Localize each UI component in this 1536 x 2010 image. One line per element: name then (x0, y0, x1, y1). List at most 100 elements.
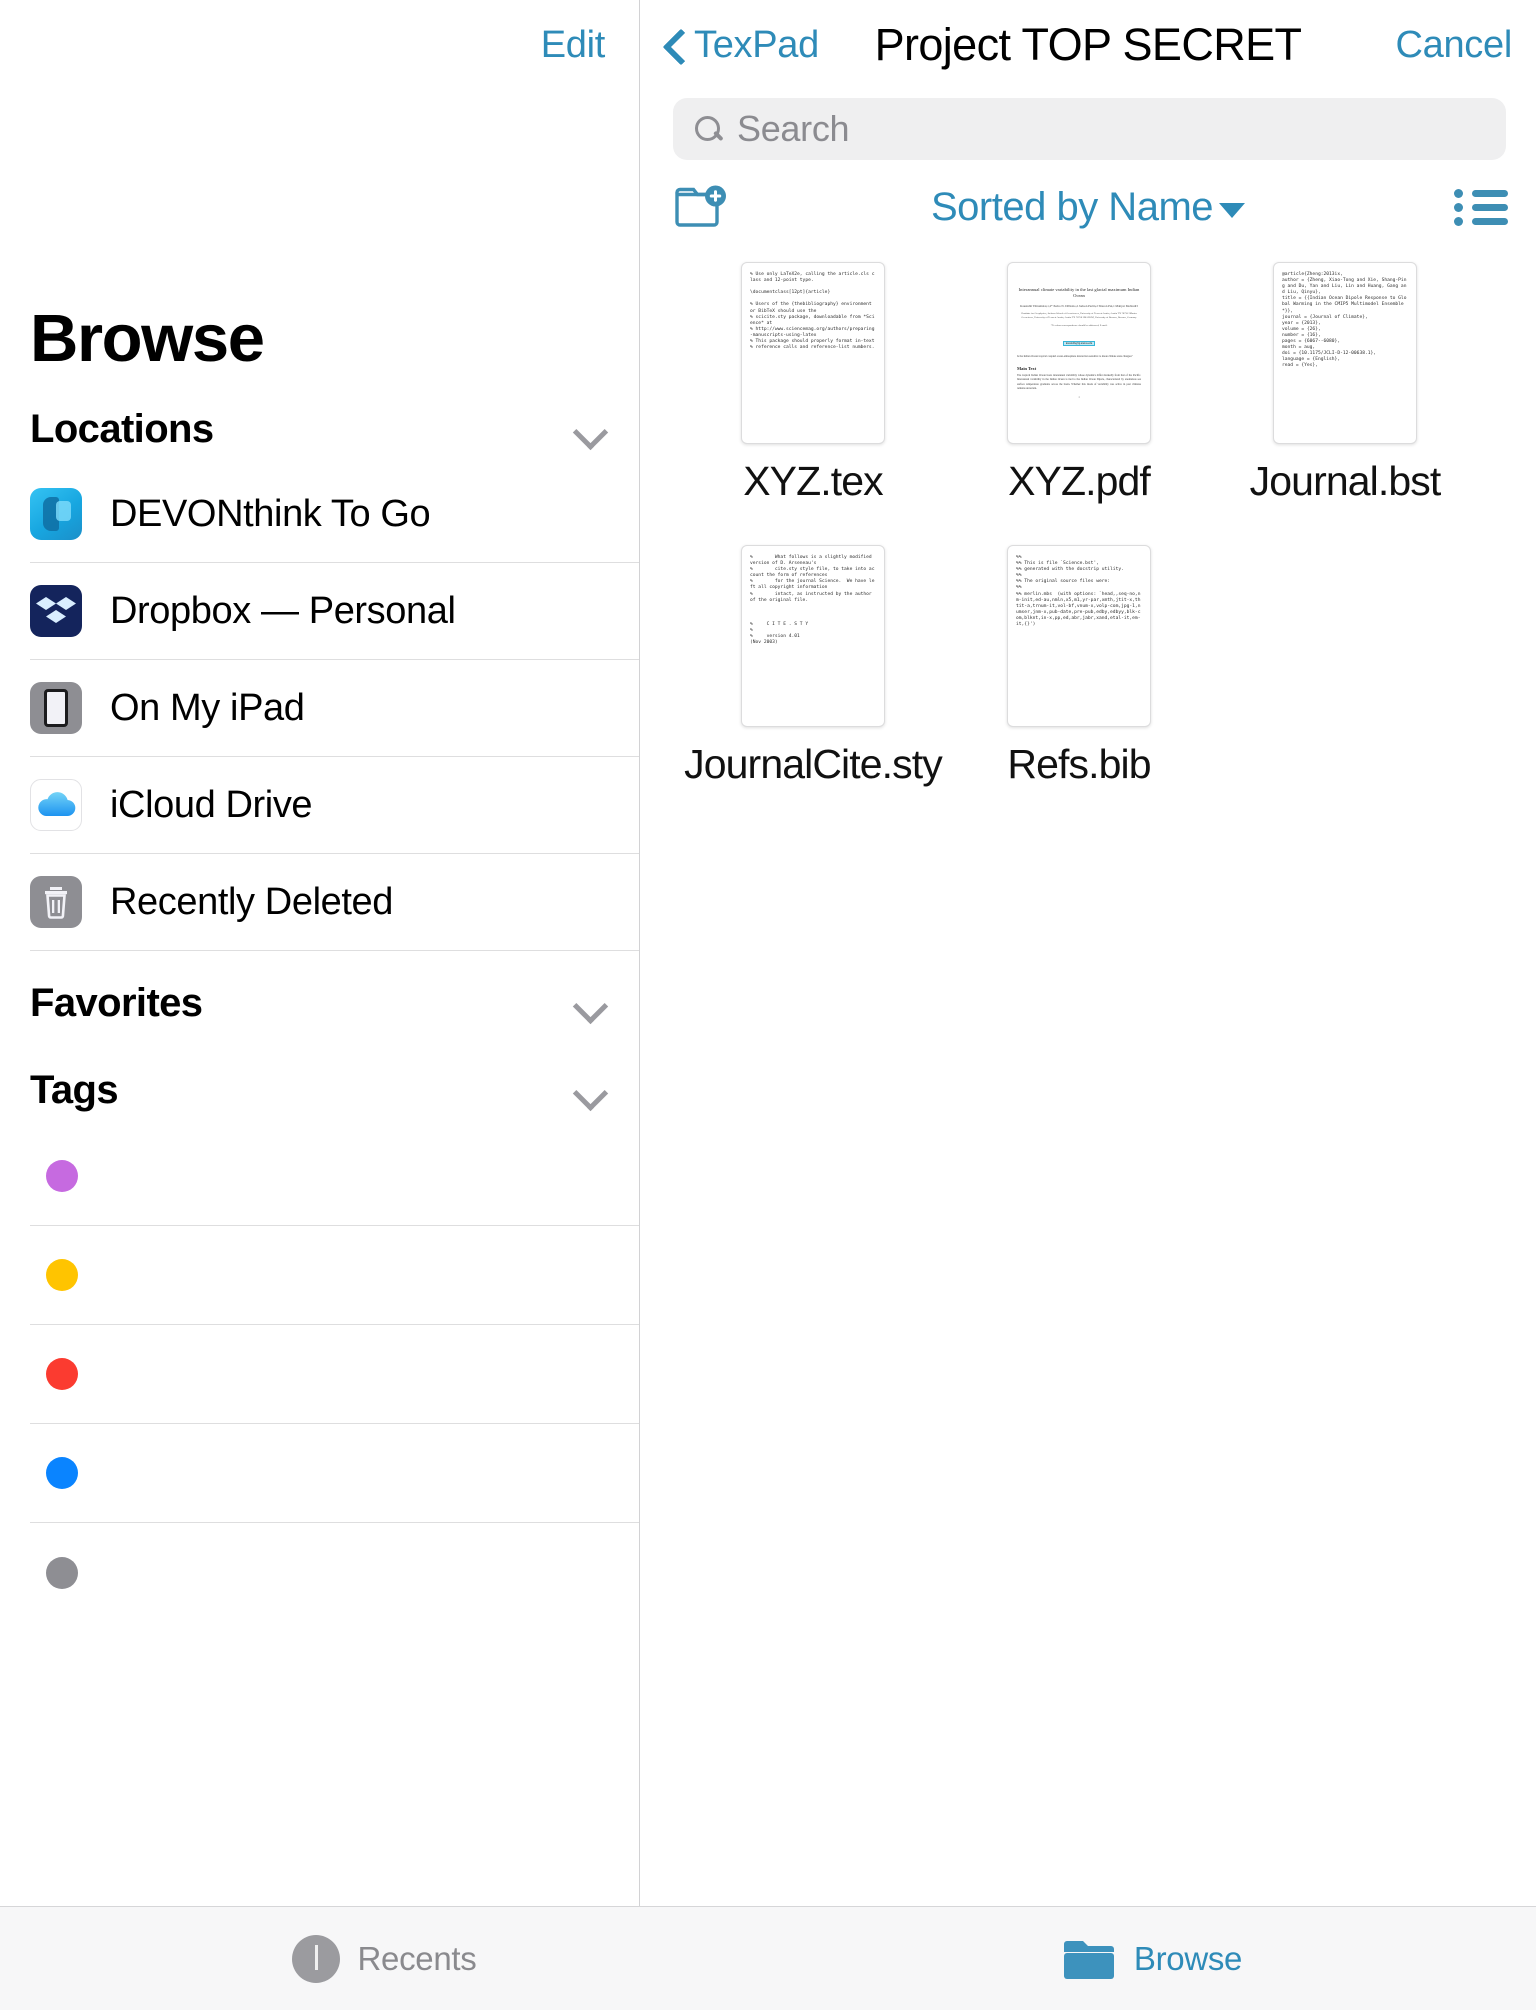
section-label-locations: Locations (30, 407, 214, 451)
tag-item-yellow[interactable] (30, 1226, 639, 1325)
clock-icon (291, 1934, 340, 1983)
file-item-xyz-pdf[interactable]: Interannual climate variability in the l… (946, 262, 1212, 505)
folder-icon (1062, 1937, 1116, 1981)
section-label-favorites: Favorites (30, 981, 203, 1025)
file-item-refs-bib[interactable]: %% %% This is file `Science.bst', %% gen… (946, 545, 1212, 788)
sidebar-item-recently-deleted[interactable]: Recently Deleted (30, 854, 639, 951)
sidebar-item-label: DEVONthink To Go (110, 492, 431, 535)
list-view-icon[interactable] (1454, 187, 1508, 227)
dropbox-glyph (36, 597, 76, 623)
tag-item-red[interactable] (30, 1325, 639, 1424)
file-name: XYZ.tex (743, 458, 883, 504)
pdf-affiliations: 1Institute for Geophysics, Jackson Schoo… (1021, 312, 1137, 319)
back-button-label: TexPad (694, 23, 819, 66)
files-app-screen: Edit Browse Locations DEVONthink To Go D… (0, 0, 1536, 2010)
section-header-locations[interactable]: Locations (0, 389, 639, 466)
file-item-xyz-tex[interactable]: % Use only LaTeX2e, calling the article.… (680, 262, 946, 505)
sidebar-item-devonthink[interactable]: DEVONthink To Go (30, 466, 639, 563)
pdf-preview: Interannual climate variability in the l… (1008, 263, 1150, 409)
sidebar-item-label: Dropbox — Personal (110, 589, 456, 632)
pdf-email-line: *To whom correspondence should be addres… (1050, 323, 1108, 327)
pdf-email-highlight: kaustubh@ig.utexas.edu (1017, 331, 1141, 349)
locations-list: DEVONthink To Go Dropbox — Personal On M… (0, 466, 639, 951)
chevron-down-icon[interactable] (575, 987, 609, 1021)
tab-label: Recents (357, 1939, 477, 1977)
file-thumbnail: @article{Zheng:2013ix, author = {Zheng, … (1273, 262, 1417, 444)
new-folder-glyph (675, 185, 726, 227)
tags-list (0, 1127, 639, 1622)
devonthink-app-icon (30, 488, 82, 540)
cloud-glyph (38, 792, 76, 817)
file-name: XYZ.pdf (1008, 458, 1151, 504)
sidebar-item-dropbox[interactable]: Dropbox — Personal (30, 563, 639, 660)
tag-color-dot (46, 1160, 78, 1192)
new-folder-icon[interactable] (674, 184, 730, 230)
file-grid: % Use only LaTeX2e, calling the article.… (640, 254, 1536, 822)
pdf-body-text: The tropical Indian Ocean hosts interann… (1017, 374, 1141, 390)
sort-toolbar: Sorted by Name (640, 160, 1536, 254)
file-thumbnail: %% %% This is file `Science.bst', %% gen… (1007, 545, 1151, 727)
tag-color-dot (46, 1358, 78, 1390)
section-label-tags: Tags (30, 1068, 119, 1112)
ipad-device-icon (30, 682, 82, 734)
page-title: Browse (30, 301, 265, 376)
icloud-drive-icon (30, 779, 82, 831)
file-item-journal-bst[interactable]: @article{Zheng:2013ix, author = {Zheng, … (1212, 262, 1478, 505)
chevron-down-icon[interactable] (575, 413, 609, 447)
content-toolbar: TexPad Project TOP SECRET Cancel (640, 0, 1536, 90)
sidebar: Edit Browse Locations DEVONthink To Go D… (0, 0, 640, 1906)
file-item-journalcite-sty[interactable]: % What follows is a slightly modified ve… (680, 545, 946, 788)
pdf-authors: Kaustubh Thirumalai,1,2* Pedro N. DiNezi… (1020, 304, 1138, 308)
tab-browse[interactable]: Browse (768, 1937, 1536, 1981)
search-input[interactable]: Search (673, 98, 1506, 160)
split-view: Edit Browse Locations DEVONthink To Go D… (0, 0, 1536, 1906)
section-header-tags[interactable]: Tags (0, 1040, 639, 1127)
search-icon (693, 114, 723, 144)
trash-glyph (45, 887, 67, 919)
file-name: Refs.bib (1007, 741, 1151, 787)
chevron-down-icon[interactable] (575, 1074, 609, 1108)
tag-color-dot (46, 1556, 78, 1589)
tag-item-purple[interactable] (30, 1127, 639, 1226)
tab-label: Browse (1133, 1939, 1243, 1977)
sidebar-item-icloud-drive[interactable]: iCloud Drive (30, 757, 639, 854)
tab-bar: Recents Browse (0, 1906, 1536, 2010)
sidebar-item-on-my-ipad[interactable]: On My iPad (30, 660, 639, 757)
section-header-favorites[interactable]: Favorites (0, 951, 639, 1040)
tag-item-blue[interactable] (30, 1424, 639, 1523)
pdf-page-number: 1 (1078, 396, 1080, 400)
tag-color-dot (46, 1457, 78, 1489)
pdf-abstract: Is the Indian Ocean tropical coupled oce… (1017, 355, 1133, 359)
file-preview-text: % Use only LaTeX2e, calling the article.… (750, 272, 875, 351)
chevron-left-icon (662, 28, 684, 62)
tag-color-dot (46, 1259, 78, 1291)
tab-recents[interactable]: Recents (0, 1934, 768, 1983)
file-thumbnail: % Use only LaTeX2e, calling the article.… (741, 262, 885, 444)
file-thumbnail: Interannual climate variability in the l… (1007, 262, 1151, 444)
sidebar-item-label: iCloud Drive (110, 783, 313, 826)
sidebar-toolbar: Edit (0, 0, 639, 90)
file-name: JournalCite.sty (684, 741, 943, 787)
tag-item-gray[interactable] (30, 1523, 639, 1622)
back-button[interactable]: TexPad (662, 24, 819, 67)
trash-icon (30, 876, 82, 928)
sidebar-item-label: Recently Deleted (110, 880, 393, 923)
pdf-section-heading: Main Text (1017, 366, 1037, 372)
dropbox-app-icon (30, 585, 82, 637)
sidebar-item-label: On My iPad (110, 686, 305, 729)
file-preview-text: % What follows is a slightly modified ve… (750, 555, 875, 646)
sort-button-label[interactable]: Sorted by Name (931, 185, 1214, 230)
file-browser-pane: TexPad Project TOP SECRET Cancel Search (640, 0, 1536, 1906)
search-area: Search (640, 90, 1536, 160)
file-name: Journal.bst (1249, 458, 1442, 504)
file-preview-text: %% %% This is file `Science.bst', %% gen… (1016, 555, 1141, 628)
folder-glyph (1063, 1940, 1114, 1979)
file-thumbnail: % What follows is a slightly modified ve… (741, 545, 885, 727)
cancel-button[interactable]: Cancel (1396, 24, 1513, 67)
pdf-title: Interannual climate variability in the l… (1018, 287, 1140, 298)
file-preview-text: @article{Zheng:2013ix, author = {Zheng, … (1282, 272, 1407, 369)
caret-down-icon[interactable] (1219, 202, 1246, 218)
search-placeholder: Search (737, 108, 850, 149)
edit-button[interactable]: Edit (541, 24, 606, 67)
sort-control: Sorted by Name (640, 185, 1536, 230)
